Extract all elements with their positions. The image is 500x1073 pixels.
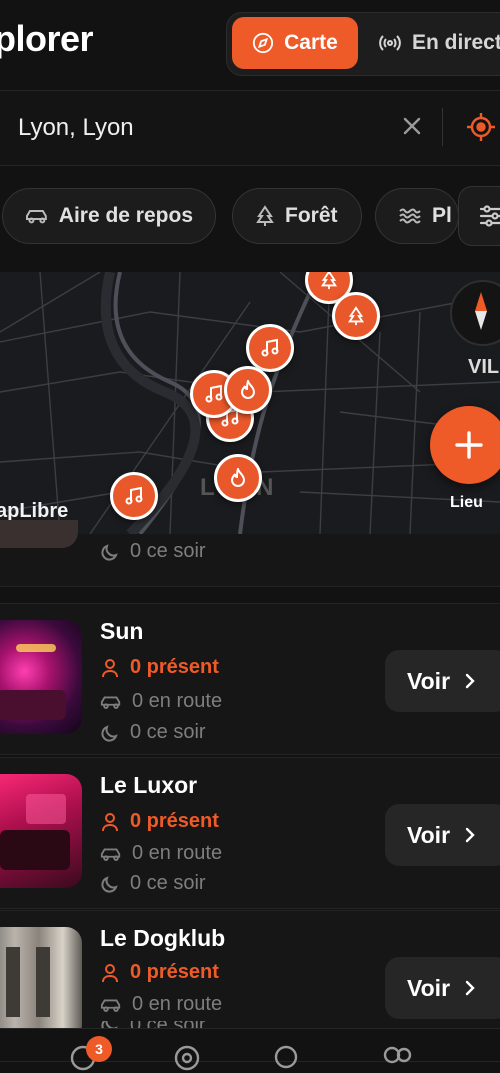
search-input[interactable] (18, 108, 378, 148)
venue-name: Le Dogklub (100, 925, 226, 951)
venue-card[interactable]: Le Luxor 0 présent 0 en route 0 ce soir … (0, 757, 500, 909)
broadcast-icon (379, 35, 401, 51)
tab-live-label: En direct (412, 31, 500, 54)
tab-live[interactable]: En direct (378, 17, 500, 69)
compass-needle-icon (475, 292, 487, 330)
stat-present-text: 0 présent (130, 810, 219, 832)
car-icon (100, 848, 121, 861)
compass-button[interactable] (450, 280, 500, 346)
compass-icon (253, 32, 274, 54)
stat-en-route-text: 0 en route (132, 842, 223, 864)
person-icon (102, 658, 118, 677)
venue-name: Sun (100, 618, 144, 644)
stat-tonight: 0 ce soir (100, 872, 206, 895)
venue-card[interactable]: Sun 0 présent 0 en route 0 ce soir Voir (0, 603, 500, 755)
add-place-label: Lieu (450, 494, 483, 511)
stat-present-text: 0 présent (130, 656, 219, 678)
divider (442, 108, 443, 146)
notification-badge: 3 (86, 1036, 112, 1062)
venue-name: Le Luxor (100, 772, 198, 798)
car-icon (100, 999, 121, 1012)
list-item: 0 ce soir (0, 520, 500, 587)
chip-rest-area[interactable]: Aire de repos (2, 188, 216, 244)
chip-label: Pl (432, 204, 452, 227)
music-icon (205, 384, 223, 403)
map-pin[interactable] (224, 366, 272, 414)
stat-en-route: 0 en route (100, 690, 222, 713)
tree-icon (256, 205, 274, 226)
chevron-right-icon (465, 980, 475, 996)
map-pin[interactable] (332, 292, 380, 340)
plus-icon (455, 431, 483, 459)
venue-thumbnail (0, 774, 82, 888)
stat-tonight-text: 0 ce soir (130, 872, 206, 894)
fire-icon (230, 468, 246, 487)
map-pin[interactable] (246, 324, 294, 372)
chevron-right-icon (465, 673, 475, 689)
music-icon (125, 486, 143, 505)
add-place-button[interactable] (430, 406, 500, 484)
stat-en-route: 0 en route (100, 993, 222, 1016)
search-icon[interactable] (272, 1043, 302, 1073)
stat-tonight: 0 ce soir (100, 721, 206, 744)
stat-tonight-text: 0 ce soir (130, 540, 206, 562)
chevron-right-icon (465, 827, 475, 843)
stat-en-route-text: 0 en route (132, 690, 223, 712)
view-button-label: Voir (407, 974, 451, 1001)
venue-thumbnail (0, 620, 82, 734)
stat-present: 0 présent (100, 656, 219, 679)
app-title: plorer (0, 18, 94, 59)
friends-icon[interactable] (380, 1043, 414, 1073)
moon-icon (101, 724, 118, 742)
bottom-nav (0, 1028, 500, 1071)
music-icon (261, 338, 279, 357)
car-icon (100, 696, 121, 709)
stat-tonight-text: 0 ce soir (130, 721, 206, 743)
sliders-icon (479, 205, 500, 227)
chip-water[interactable]: Pl (375, 188, 459, 244)
fire-icon (240, 380, 256, 399)
view-button[interactable]: Voir (385, 804, 500, 866)
close-icon[interactable] (400, 114, 424, 138)
view-button[interactable]: Voir (385, 957, 500, 1019)
chip-label: Aire de repos (58, 204, 193, 227)
stat-present: 0 présent (100, 810, 219, 833)
car-icon (25, 210, 47, 224)
map[interactable]: LYON (0, 272, 500, 534)
chip-forest[interactable]: Forêt (232, 188, 362, 244)
waves-icon (399, 208, 421, 224)
moon-icon (101, 875, 118, 893)
stat-en-route-text: 0 en route (132, 993, 223, 1015)
view-button[interactable]: Voir (385, 650, 500, 712)
tab-map-label: Carte (284, 31, 338, 54)
stat-present-text: 0 présent (130, 961, 219, 983)
tree-icon (347, 306, 365, 326)
venue-thumbnail (0, 927, 82, 1041)
chip-label: Forêt (285, 204, 338, 227)
tab-map[interactable]: Carte (232, 17, 358, 69)
tree-icon (320, 272, 338, 290)
locate-icon[interactable] (466, 112, 496, 142)
view-button-label: Voir (407, 667, 451, 694)
filter-button[interactable] (458, 186, 500, 246)
view-button-label: Voir (407, 821, 451, 848)
map-pin[interactable] (110, 472, 158, 520)
stat-en-route: 0 en route (100, 842, 222, 865)
stat-present: 0 présent (100, 961, 219, 984)
explore-icon[interactable] (172, 1043, 202, 1073)
stat-tonight: 0 ce soir (100, 540, 206, 563)
moon-icon (101, 543, 118, 561)
person-icon (102, 812, 118, 831)
venue-thumbnail (0, 520, 78, 548)
map-pin[interactable] (214, 454, 262, 502)
person-icon (102, 963, 118, 982)
map-corner-label: VIL (468, 356, 500, 378)
